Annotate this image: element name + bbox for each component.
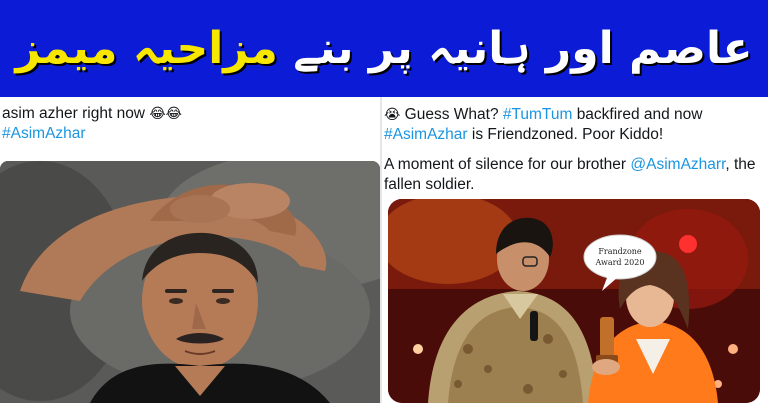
title-banner: عاصم اور ہانیہ پر بنے مزاحیہ میمز — [0, 0, 768, 97]
banner-title-white: عاصم اور ہانیہ پر بنے — [293, 22, 753, 74]
reclining-man-illustration — [0, 161, 380, 403]
mention-asimazharr[interactable]: @AsimAzharr — [630, 156, 725, 173]
left-tweet-photo — [0, 161, 380, 403]
bubble-line-1: Frandzone — [598, 247, 642, 256]
right-tweet-paragraph-1: 😭 Guess What? #TumTum backfired and now … — [384, 105, 764, 145]
hashtag-tumtum[interactable]: #TumTum — [503, 106, 572, 123]
right-tweet-text-c: is Friendzoned. Poor Kiddo! — [471, 126, 664, 143]
left-tweet-hashtag[interactable]: #AsimAzhar — [2, 125, 86, 142]
right-tweet-card: 😭 Guess What? #TumTum backfired and now … — [382, 97, 768, 403]
right-tweet-text-a: Guess What? — [404, 106, 499, 123]
left-tweet-card: asim azher right now 😂😂 #AsimAzhar — [0, 97, 380, 403]
hashtag-asimazhar[interactable]: #AsimAzhar — [384, 126, 468, 143]
bubble-line-2: Award 2020 — [595, 258, 645, 267]
award-stage-illustration: Frandzone Award 2020 — [388, 199, 760, 403]
right-tweet-text-b: backfired and now — [576, 106, 703, 123]
banner-title: عاصم اور ہانیہ پر بنے مزاحیہ میمز — [15, 26, 752, 71]
laughing-emoji-icon: 😂😂 — [149, 106, 183, 122]
right-tweet-text-d: A moment of silence for our brother — [384, 156, 627, 173]
right-tweet-photo: Frandzone Award 2020 — [388, 199, 760, 403]
left-tweet-body: asim azher right now — [2, 105, 146, 122]
left-tweet-text: asim azher right now 😂😂 #AsimAzhar — [2, 104, 374, 144]
banner-title-yellow: مزاحیہ میمز — [15, 22, 278, 74]
right-tweet-paragraph-2: A moment of silence for our brother @Asi… — [384, 155, 764, 195]
crying-emoji-icon: 😭 — [384, 107, 401, 123]
